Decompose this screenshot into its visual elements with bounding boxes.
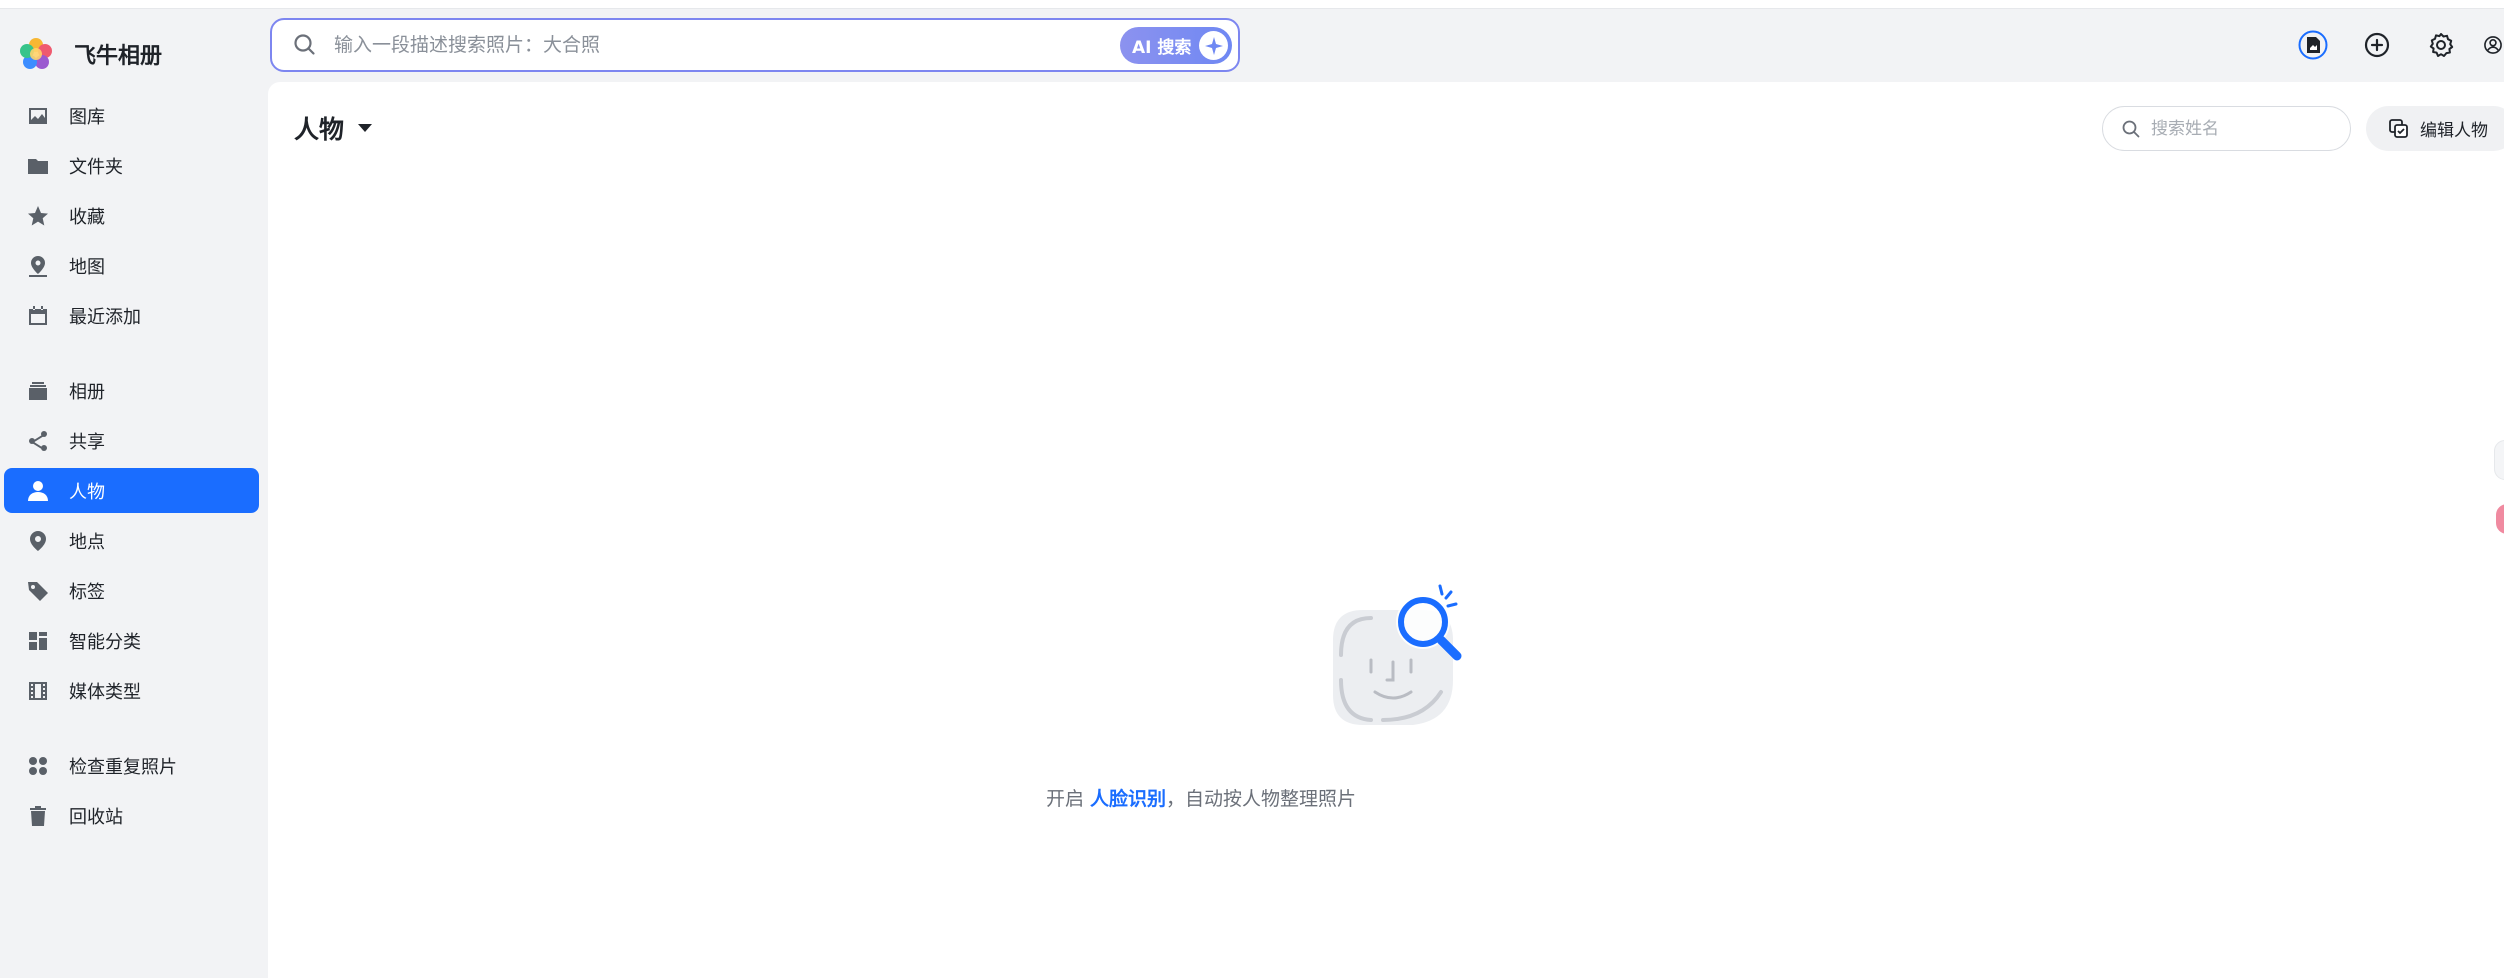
tag-icon <box>24 577 52 605</box>
face-recognition-link[interactable]: 人脸识别 <box>1090 788 1166 810</box>
sparkle-icon <box>1199 31 1228 60</box>
settings-button[interactable] <box>2418 22 2464 68</box>
empty-prefix: 开启 <box>1045 788 1090 810</box>
user-button[interactable] <box>2482 22 2504 68</box>
sidebar-item-gallery[interactable]: 图库 <box>4 93 259 138</box>
ai-search-label: AI 搜索 <box>1132 38 1192 58</box>
brand[interactable]: 飞牛相册 <box>16 27 162 81</box>
edit-people-icon <box>2389 118 2408 138</box>
sidebar-item-albums[interactable]: 相册 <box>4 368 259 413</box>
name-search-box <box>2102 106 2351 151</box>
app-title: 飞牛相册 <box>74 44 163 69</box>
sidebar-item-map[interactable]: 地图 <box>4 243 259 288</box>
add-button[interactable] <box>2354 22 2400 68</box>
sidebar-item-label: 地图 <box>69 256 105 278</box>
empty-suffix: ，自动按人物整理照片 <box>1166 788 1357 810</box>
map-pin-icon <box>24 252 52 280</box>
sidebar-item-label: 文件夹 <box>69 156 123 178</box>
caret-down-icon <box>358 124 373 132</box>
page-title-dropdown[interactable]: 人物 <box>294 110 373 146</box>
main-panel: 人物 编辑人物 开启 人脸识别，自动按人物整理照片 <box>268 82 2504 978</box>
floating-edge-handle[interactable] <box>2494 440 2504 480</box>
sidebar-item-people[interactable]: 人物 <box>4 468 259 513</box>
upload-task-button[interactable] <box>2290 22 2336 68</box>
sidebar-item-label: 相册 <box>69 381 105 403</box>
film-icon <box>24 677 52 705</box>
sidebar-item-places[interactable]: 地点 <box>4 518 259 563</box>
face-recognition-illustration-icon <box>1333 584 1462 725</box>
search-icon <box>2122 120 2140 137</box>
ai-search-button[interactable]: AI 搜索 <box>1120 27 1232 64</box>
search-icon <box>294 34 315 55</box>
user-icon <box>2484 36 2502 54</box>
edit-people-button[interactable]: 编辑人物 <box>2366 106 2504 151</box>
sidebar-item-label: 收藏 <box>69 206 105 228</box>
sidebar-item-favorites[interactable]: 收藏 <box>4 193 259 238</box>
sidebar-item-label: 共享 <box>69 431 105 453</box>
sidebar: 飞牛相册 图库 文件夹 收藏 地图 最近添加 相册 共享 人物 地点 标签 智能… <box>0 9 268 978</box>
sidebar-item-label: 检查重复照片 <box>69 756 177 778</box>
star-icon <box>24 202 52 230</box>
name-search-input[interactable] <box>2151 118 2331 139</box>
location-icon <box>24 527 52 555</box>
sidebar-item-smart-category[interactable]: 智能分类 <box>4 618 259 663</box>
share-icon <box>24 427 52 455</box>
add-icon <box>2364 32 2390 58</box>
sidebar-item-label: 标签 <box>69 581 105 603</box>
window-top-edge <box>0 0 2504 9</box>
sidebar-item-label: 最近添加 <box>69 306 141 328</box>
grid-icon <box>24 627 52 655</box>
calendar-icon <box>24 302 52 330</box>
sidebar-item-label: 地点 <box>69 531 105 553</box>
page-title: 人物 <box>294 115 345 144</box>
sidebar-item-tags[interactable]: 标签 <box>4 568 259 613</box>
duplicate-icon <box>24 752 52 780</box>
photo-search-input[interactable] <box>334 34 1094 56</box>
app-logo-icon <box>16 34 56 74</box>
sidebar-item-trash[interactable]: 回收站 <box>4 793 259 838</box>
sidebar-item-label: 图库 <box>69 106 105 128</box>
sidebar-item-label: 回收站 <box>69 806 123 828</box>
floating-edge-badge[interactable] <box>2496 504 2504 534</box>
sidebar-item-shared[interactable]: 共享 <box>4 418 259 463</box>
folder-icon <box>24 152 52 180</box>
photo-search-bar: AI 搜索 <box>270 18 1240 72</box>
upload-task-icon <box>2298 30 2328 60</box>
sidebar-item-duplicates[interactable]: 检查重复照片 <box>4 743 259 788</box>
sidebar-item-folder[interactable]: 文件夹 <box>4 143 259 188</box>
trash-icon <box>24 802 52 830</box>
empty-state-message: 开启 人脸识别，自动按人物整理照片 <box>268 784 2134 811</box>
sidebar-item-label: 人物 <box>69 481 105 503</box>
sidebar-item-label: 媒体类型 <box>69 681 141 703</box>
sidebar-item-recent[interactable]: 最近添加 <box>4 293 259 338</box>
image-icon <box>24 102 52 130</box>
sidebar-item-label: 智能分类 <box>69 631 141 653</box>
settings-icon <box>2429 33 2454 57</box>
header-actions <box>2272 20 2504 70</box>
album-icon <box>24 377 52 405</box>
edit-people-label: 编辑人物 <box>2420 121 2488 141</box>
person-icon <box>24 477 52 505</box>
sidebar-item-media-type[interactable]: 媒体类型 <box>4 668 259 713</box>
